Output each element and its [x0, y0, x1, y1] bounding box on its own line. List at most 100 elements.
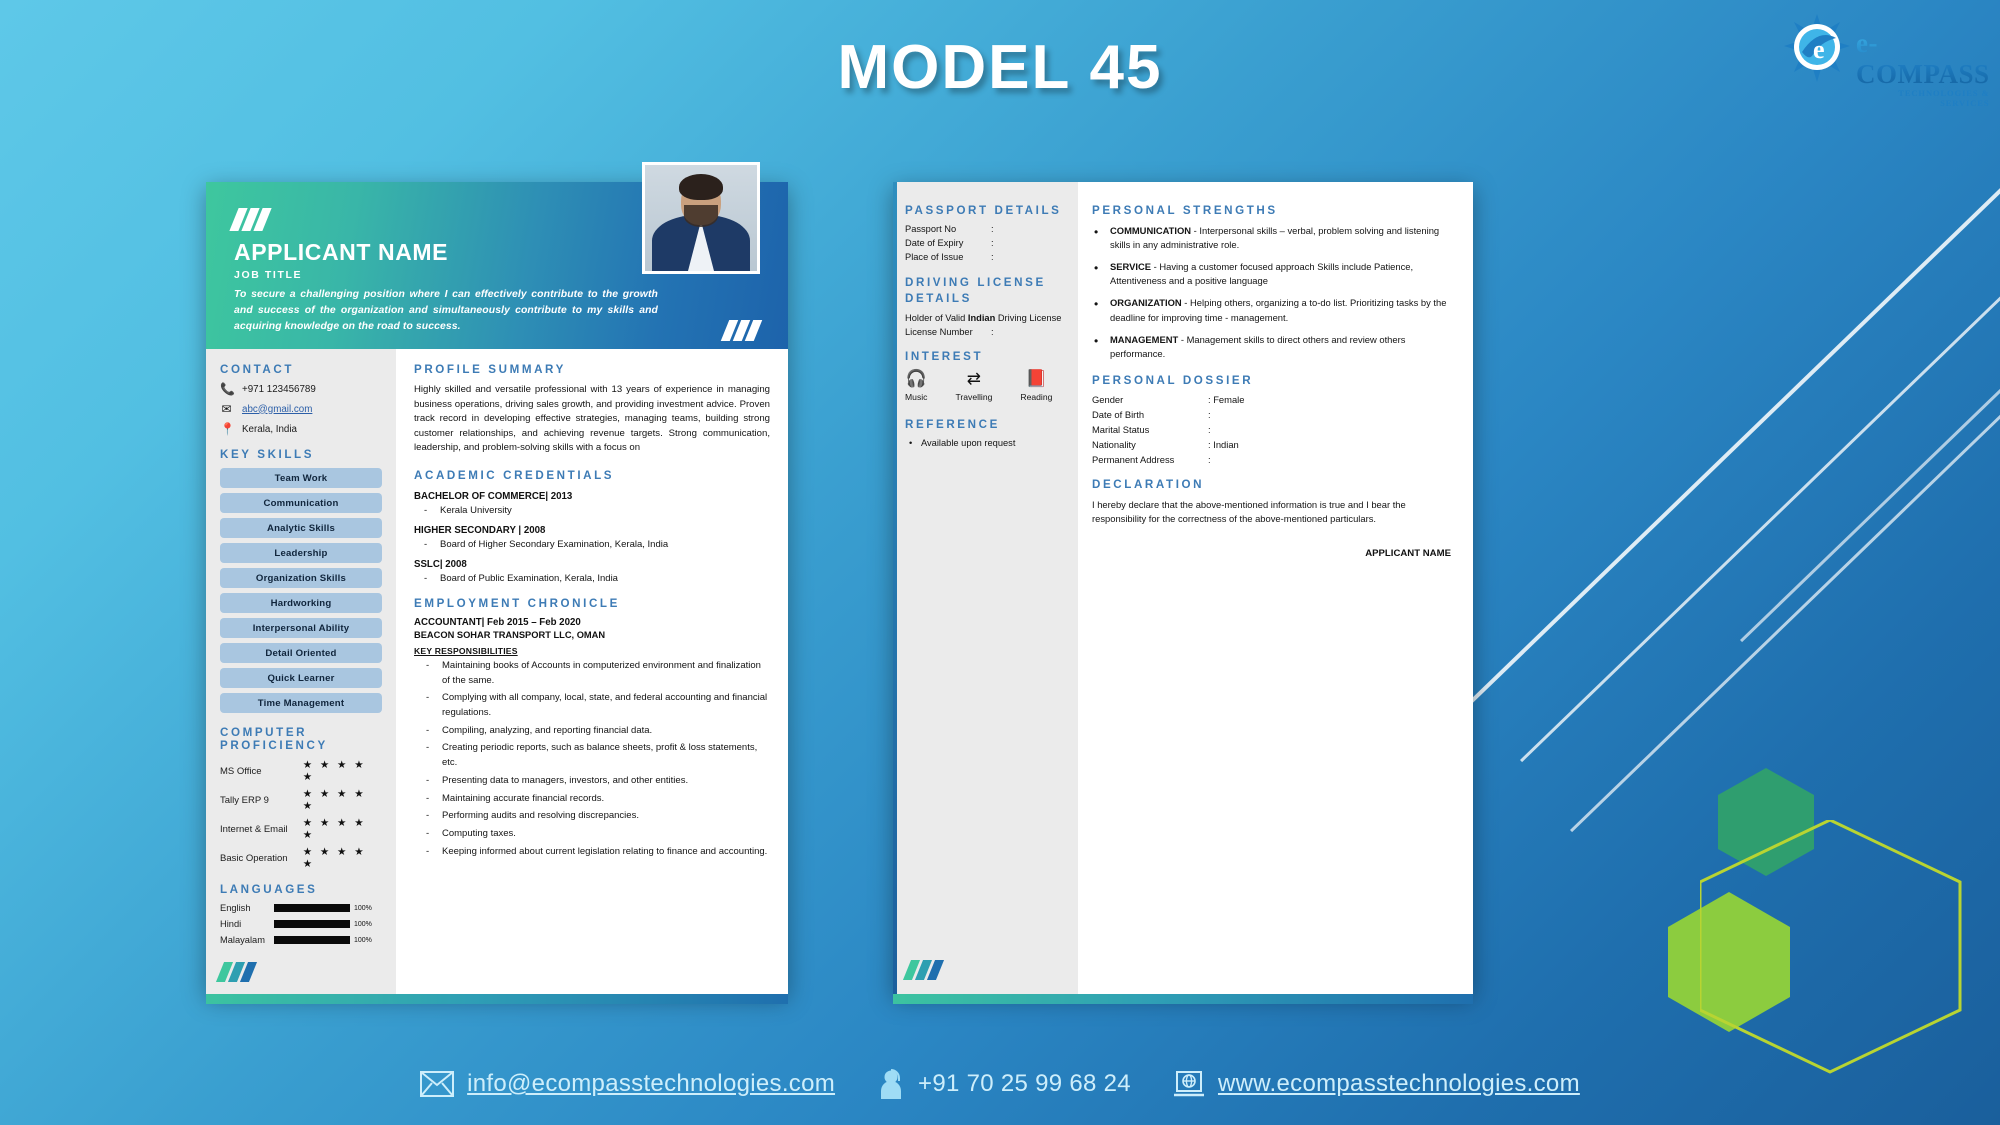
responsibility-item: Maintaining books of Accounts in compute…	[414, 659, 770, 688]
dossier-row: Nationality : Indian	[1092, 439, 1451, 450]
strength-title: MANAGEMENT	[1110, 333, 1179, 345]
proficiency-stars: ★ ★ ★ ★ ★	[302, 759, 367, 783]
dossier-key: Date of Birth	[1092, 408, 1145, 420]
proficiency-name: Basic Operation	[220, 852, 288, 864]
dl-prefix: Holder of Valid	[905, 313, 968, 324]
language-name: Hindi	[220, 919, 242, 929]
support-agent-icon	[877, 1069, 905, 1099]
passport-value: :	[991, 224, 994, 234]
passport-row: Place of Issue :	[905, 252, 1068, 262]
skill-pill: Organization Skills	[220, 568, 382, 588]
language-row: English 100%	[220, 903, 382, 913]
proficiency-name: Tally ERP 9	[220, 794, 269, 806]
education-institute: Kerala University	[414, 505, 770, 516]
proficiency-row: Basic Operation ★ ★ ★ ★ ★	[220, 846, 382, 870]
resume-page-2: PASSPORT DETAILS Passport No : Date of E…	[893, 182, 1473, 1004]
reference-item: Available upon request	[905, 438, 1068, 448]
declaration-signature: APPLICANT NAME	[1365, 548, 1451, 560]
skill-pill: Quick Learner	[220, 668, 382, 688]
languages-heading: LANGUAGES	[220, 883, 318, 896]
contact-location: 📍 Kerala, India	[220, 423, 382, 435]
strength-title: ORGANIZATION	[1110, 297, 1182, 309]
contact-email-value[interactable]: abc@gmail.com	[242, 404, 312, 415]
responsibility-item: Complying with all company, local, state…	[414, 691, 770, 720]
footer-website[interactable]: www.ecompasstechnologies.com	[1173, 1070, 1580, 1098]
proficiency-row: MS Office ★ ★ ★ ★ ★	[220, 759, 382, 783]
interest-list: 🎧 Music ⇄ Travelling 📕 Reading	[905, 370, 1068, 405]
strength-item: SERVICE - Having a customer focused appr…	[1092, 259, 1451, 288]
dl-suffix: Driving License	[995, 313, 1062, 324]
page1-sidebar: CONTACT 📞 +971 123456789 ✉ abc@gmail.com…	[206, 349, 396, 994]
dossier-row: Marital Status :	[1092, 424, 1451, 435]
sidebar-slash-logo-icon	[902, 960, 945, 980]
passport-key: Place of Issue	[905, 252, 964, 262]
strength-item: ORGANIZATION - Helping others, organizin…	[1092, 295, 1451, 324]
interest-item-music: 🎧 Music	[905, 370, 927, 405]
declaration-heading: DECLARATION	[1092, 477, 1205, 491]
dossier-key: Permanent Address	[1092, 453, 1175, 465]
language-percent: 100%	[354, 920, 372, 928]
profile-summary-text: Highly skilled and versatile professiona…	[414, 384, 770, 454]
career-objective: To secure a challenging position where I…	[234, 289, 658, 332]
page1-main: PROFILE SUMMARY Highly skilled and versa…	[396, 349, 788, 994]
footer-email-text[interactable]: info@ecompasstechnologies.com	[467, 1070, 835, 1098]
employment-heading: EMPLOYMENT CHRONICLE	[414, 596, 620, 610]
page-title: MODEL 45	[837, 33, 1163, 102]
skill-pill: Time Management	[220, 693, 382, 713]
responsibility-item: Performing audits and resolving discrepa…	[414, 809, 770, 824]
dl-country: Indian	[967, 313, 996, 324]
footer-email[interactable]: info@ecompasstechnologies.com	[420, 1070, 835, 1098]
dossier-row: Date of Birth :	[1092, 409, 1451, 420]
slash-logo-secondary-icon	[720, 320, 763, 341]
responsibility-item: Keeping informed about current legislati…	[414, 845, 770, 860]
profile-summary-heading: PROFILE SUMMARY	[414, 363, 566, 376]
svg-text:e: e	[1813, 35, 1825, 64]
skill-pill: Analytic Skills	[220, 518, 382, 538]
strength-text: - Having a customer focused approach Ski…	[1110, 261, 1414, 287]
brand-tagline: TECHNOLOGIES & SERVICES	[1898, 88, 1990, 108]
responsibility-item: Computing taxes.	[414, 827, 770, 842]
interest-heading: INTEREST	[905, 350, 984, 364]
footer-website-text[interactable]: www.ecompasstechnologies.com	[1218, 1070, 1580, 1098]
passport-row: Date of Expiry :	[905, 238, 1068, 248]
proficiency-stars: ★ ★ ★ ★ ★	[302, 788, 367, 812]
language-row: Malayalam 100%	[220, 935, 382, 945]
strength-item: MANAGEMENT - Management skills to direct…	[1092, 332, 1451, 361]
passport-key: Date of Expiry	[905, 238, 964, 248]
hexagon-lime	[1668, 892, 1790, 1032]
contact-heading: CONTACT	[220, 363, 295, 376]
page1-bottom-bar	[206, 994, 788, 1004]
compass-logo-icon: e	[1784, 14, 1850, 82]
exchange-arrows-icon: ⇄	[966, 369, 982, 389]
email-icon: ✉	[221, 402, 232, 416]
book-icon: 📕	[1025, 369, 1047, 389]
dossier-value: :	[1208, 453, 1211, 465]
contact-location-value: Kerala, India	[242, 423, 298, 435]
dossier-key: Marital Status	[1092, 423, 1150, 435]
page2-sidebar: PASSPORT DETAILS Passport No : Date of E…	[893, 182, 1078, 994]
proficiency-stars: ★ ★ ★ ★ ★	[302, 817, 367, 841]
headphones-icon: 🎧	[905, 369, 927, 389]
skill-pill: Communication	[220, 493, 382, 513]
envelope-icon	[420, 1071, 455, 1097]
employment-dates: Feb 2015 – Feb 2020	[484, 616, 581, 628]
resume-page-1: APPLICANT NAME JOB TITLE To secure a cha…	[206, 162, 788, 1004]
education-degree: HIGHER SECONDARY | 2008	[414, 524, 546, 536]
key-skills-heading: KEY SKILLS	[220, 448, 315, 461]
driving-license-heading: DRIVING LICENSE DETAILS	[905, 276, 1046, 305]
dossier-value: :	[1208, 408, 1211, 420]
contact-email[interactable]: ✉ abc@gmail.com	[220, 403, 382, 415]
dossier-key: Nationality	[1092, 438, 1136, 450]
responsibilities-heading: KEY RESPONSIBILITIES	[414, 645, 518, 656]
dl-number-value: :	[991, 327, 994, 338]
proficiency-row: Internet & Email ★ ★ ★ ★ ★	[220, 817, 382, 841]
footer-phone: +91 70 25 99 68 24	[877, 1069, 1131, 1099]
proficiency-stars: ★ ★ ★ ★ ★	[302, 846, 367, 870]
language-bar	[274, 920, 350, 928]
employment-organization: BEACON SOHAR TRANSPORT LLC, OMAN	[414, 629, 606, 640]
declaration-text: I hereby declare that the above-mentione…	[1092, 498, 1406, 524]
diagonal-line-3	[1570, 385, 2000, 833]
interest-item-reading: 📕 Reading	[1020, 370, 1052, 405]
footer-contact-bar: info@ecompasstechnologies.com +91 70 25 …	[0, 1069, 2000, 1099]
proficiency-name: Internet & Email	[220, 823, 288, 835]
